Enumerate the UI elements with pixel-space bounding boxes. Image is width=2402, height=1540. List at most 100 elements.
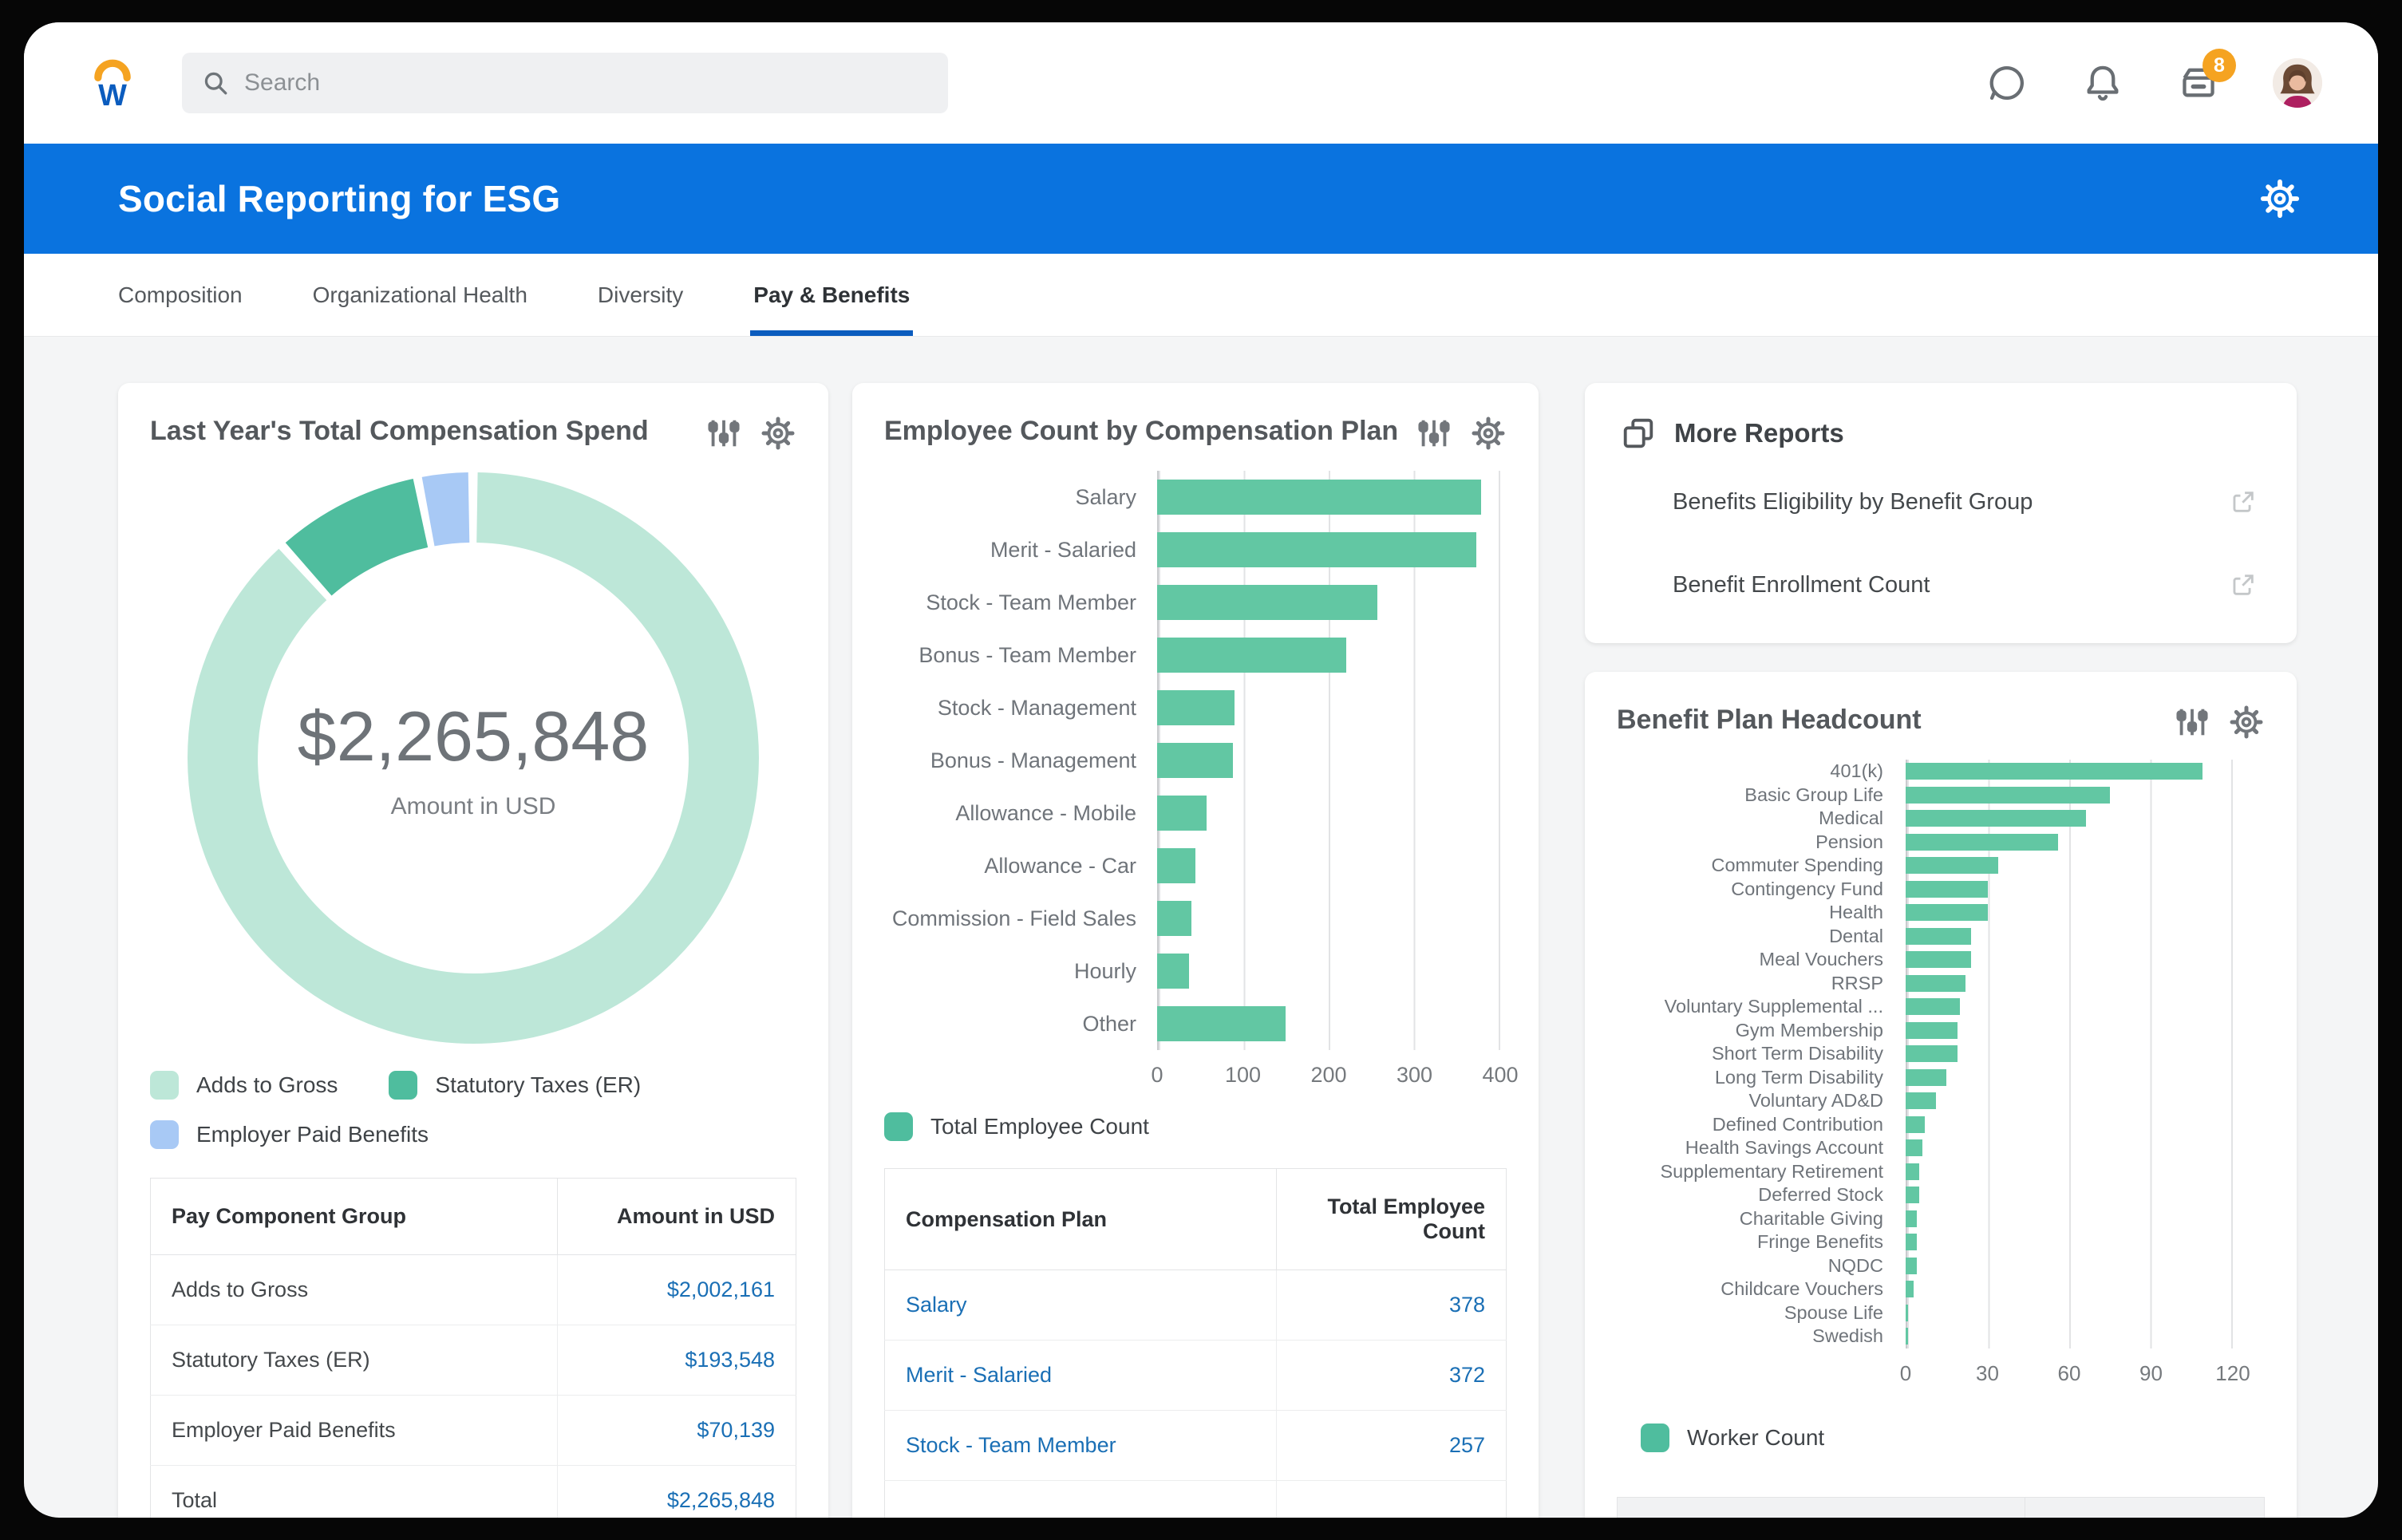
category-label: Voluntary Supplemental ... [1664, 997, 1883, 1017]
bar-track [1906, 1021, 2233, 1039]
bar-row: Voluntary AD&D [1617, 1089, 2265, 1113]
bar [1906, 1116, 1925, 1133]
search-input[interactable]: Search [182, 53, 948, 113]
workday-dashboard: W Search 8 Social Reporting for ESG Comp… [0, 0, 2402, 1540]
card-settings-gear-icon[interactable] [760, 415, 796, 452]
category-label: 401(k) [1830, 761, 1883, 782]
bar-track [1157, 954, 1500, 989]
bar-track [1906, 833, 2233, 851]
table-row: Merit - Salaried 372 [884, 1340, 1507, 1411]
bar-track [1906, 1092, 2233, 1110]
category-label: Stock - Management [937, 695, 1136, 720]
bar [1157, 901, 1191, 936]
chat-icon[interactable] [1985, 61, 2029, 105]
card-benefit-plan-headcount: Benefit Plan Headcount 401(k) Basic Grou… [1585, 672, 2297, 1518]
search-placeholder: Search [244, 69, 321, 96]
table-cell[interactable]: $70,139 [557, 1395, 796, 1466]
tab-organizational-health[interactable]: Organizational Health [313, 254, 527, 336]
card-settings-gear-icon[interactable] [2228, 704, 2265, 740]
category-label: Deferred Stock [1758, 1185, 1883, 1206]
bar [1906, 998, 1961, 1016]
table-cell[interactable]: 378 [1276, 1270, 1507, 1341]
chart-bars: Salary Merit - Salaried Stock - Team Membe… [884, 471, 1507, 1050]
bar-row: Bonus - Team Member [884, 629, 1507, 681]
axis-tick: 90 [2139, 1360, 2163, 1385]
table-cell[interactable]: Merit - Salaried [884, 1340, 1277, 1411]
bar-row: Contingency Fund [1617, 878, 2265, 902]
external-link-icon [2230, 488, 2257, 515]
table-cell[interactable]: 372 [1276, 1340, 1507, 1411]
bar-track [1906, 880, 2233, 898]
bar-row: Allowance - Car [884, 839, 1507, 892]
bar [1157, 848, 1196, 883]
category-label: Basic Group Life [1744, 784, 1883, 805]
category-label: Gym Membership [1735, 1020, 1883, 1040]
card-total-compensation-spend: Last Year's Total Compensation Spend $2,… [118, 383, 828, 1518]
table-cell[interactable]: Salary [884, 1270, 1277, 1341]
bar [1906, 786, 2111, 804]
table-cell: Employer Paid Benefits [150, 1395, 558, 1466]
table-cell[interactable]: Stock - Team Member [884, 1410, 1277, 1481]
card-settings-gear-icon[interactable] [1470, 415, 1507, 452]
table-cell[interactable]: $2,265,848 [557, 1465, 796, 1518]
legend-swatch [884, 1112, 913, 1141]
bar-row: Defined Contribution [1617, 1113, 2265, 1137]
table-header-cell: Compensation Plan [884, 1168, 1277, 1270]
category-label: Health Savings Account [1685, 1138, 1883, 1159]
tab-composition[interactable]: Composition [118, 254, 243, 336]
bar-track [1157, 1006, 1500, 1041]
bar-track [1906, 857, 2233, 875]
category-label: Dental [1829, 926, 1883, 946]
card-more-reports: More Reports Benefits Eligibility by Ben… [1585, 383, 2297, 643]
table-cell[interactable]: $193,548 [557, 1325, 796, 1396]
bar [1157, 690, 1235, 725]
card-actions [1416, 415, 1507, 452]
category-label: Health [1829, 902, 1883, 923]
tab-diversity[interactable]: Diversity [598, 254, 683, 336]
table-cell[interactable]: 257 [1276, 1410, 1507, 1481]
bar-track [1157, 796, 1500, 831]
bar-row: Childcare Vouchers [1617, 1277, 2265, 1301]
bar-row: Long Term Disability [1617, 1066, 2265, 1090]
category-label: Supplementary Retirement [1660, 1161, 1883, 1182]
filter-sliders-icon[interactable] [2174, 704, 2210, 740]
legend-label: Total Employee Count [930, 1114, 1149, 1139]
bar-row: Commission - Field Sales [884, 892, 1507, 945]
bar-row: Supplementary Retirement [1617, 1160, 2265, 1184]
bar-track [1906, 927, 2233, 945]
filter-sliders-icon[interactable] [1416, 415, 1452, 452]
axis-tick: 100 [1224, 1063, 1262, 1087]
notifications-bell-icon[interactable] [2081, 61, 2124, 105]
tab-pay-and-benefits[interactable]: Pay & Benefits [750, 254, 914, 336]
workday-logo-icon[interactable]: W [86, 57, 139, 113]
category-label: Spouse Life [1784, 1302, 1883, 1323]
table-header-cell: Pay Component Group [150, 1178, 558, 1255]
report-link-benefit-enrollment[interactable]: Benefit Enrollment Count [1673, 571, 2257, 598]
bar [1906, 810, 2086, 827]
bar-row: Dental [1617, 925, 2265, 949]
table-cell[interactable]: $2,002,161 [557, 1254, 796, 1325]
employee-count-bar-chart: Salary Merit - Salaried Stock - Team Membe… [884, 471, 1519, 1092]
page-settings-gear-icon[interactable] [2258, 177, 2301, 220]
filter-sliders-icon[interactable] [705, 415, 742, 452]
report-link-benefits-eligibility[interactable]: Benefits Eligibility by Benefit Group [1673, 488, 2257, 515]
inbox-icon[interactable]: 8 [2177, 49, 2236, 105]
top-bar: W Search 8 [24, 22, 2378, 144]
bar-row: Allowance - Mobile [884, 787, 1507, 839]
employee-count-table: Compensation Plan Total Employee Count Sal… [884, 1168, 1507, 1518]
donut-chart-area: $2,265,848 Amount in USD [150, 472, 796, 1044]
axis-tick: 120 [2215, 1360, 2250, 1385]
card-header: Last Year's Total Compensation Spend [150, 415, 796, 452]
bar [1906, 1328, 1909, 1345]
avatar[interactable] [2273, 58, 2322, 108]
bar-track [1157, 532, 1500, 567]
chart-bars: 401(k) Basic Group Life Medical Pension Comm… [1617, 760, 2265, 1348]
table-row: Adds to Gross $2,002,161 [150, 1254, 796, 1325]
card-actions [705, 415, 796, 452]
category-label: Allowance - Car [984, 853, 1136, 878]
x-axis: 0 100 200 300 400 [1151, 1050, 1518, 1092]
bar [1906, 1257, 1917, 1274]
bar [1906, 1210, 1917, 1227]
category-label: Swedish [1812, 1326, 1883, 1347]
legend-label: Worker Count [1687, 1424, 1825, 1450]
